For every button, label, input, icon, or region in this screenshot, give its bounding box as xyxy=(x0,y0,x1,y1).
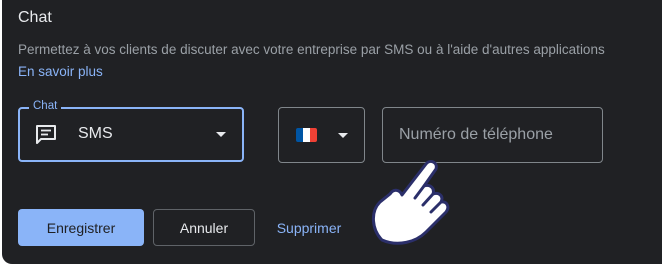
section-title: Chat xyxy=(18,9,52,26)
chat-channel-select[interactable]: Chat SMS xyxy=(18,100,244,162)
chat-icon xyxy=(36,125,56,144)
section-description: Permettez à vos clients de discuter avec… xyxy=(18,42,605,57)
save-button[interactable]: Enregistrer xyxy=(18,209,144,246)
cancel-button[interactable]: Annuler xyxy=(153,209,255,246)
learn-more-link[interactable]: En savoir plus xyxy=(18,64,103,79)
chevron-down-icon xyxy=(338,133,348,138)
country-code-select[interactable] xyxy=(278,107,365,163)
chat-select-value: SMS xyxy=(78,125,113,142)
pointing-hand-cursor-icon xyxy=(372,160,450,245)
france-flag-icon xyxy=(296,128,317,142)
chat-select-label: Chat xyxy=(29,100,62,112)
chevron-down-icon xyxy=(216,132,226,137)
chat-settings-panel: Chat Permettez à vos clients de discuter… xyxy=(2,0,662,264)
delete-button[interactable]: Supprimer xyxy=(266,209,352,246)
